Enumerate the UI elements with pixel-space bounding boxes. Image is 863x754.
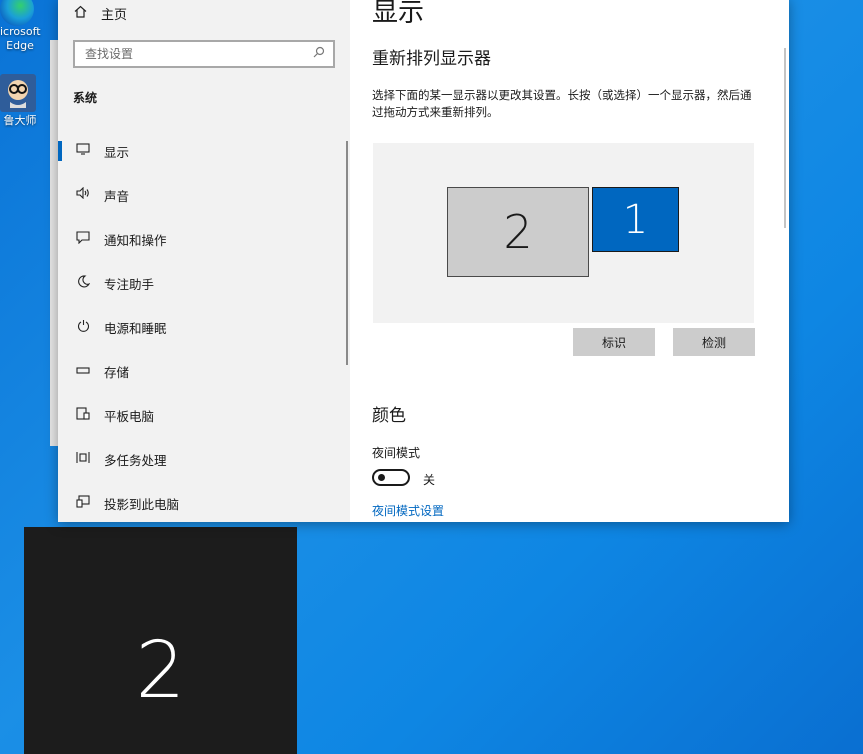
display-identify-number: 2 [135, 625, 186, 716]
sidebar-item-power[interactable]: 电源和睡眠 [58, 305, 350, 349]
sidebar-scrollbar[interactable] [346, 141, 348, 365]
toggle-knob [378, 474, 385, 481]
power-icon [74, 319, 92, 336]
sidebar-item-label: 专注助手 [104, 276, 155, 292]
home-icon [74, 5, 88, 22]
sidebar-item-project[interactable]: 投影到此电脑 [58, 481, 350, 522]
sidebar-item-label: 多任务处理 [104, 452, 167, 468]
sidebar-item-sound[interactable]: 声音 [58, 173, 350, 217]
desktop-icon-ludashi[interactable]: 鲁大师 [0, 74, 40, 128]
sidebar-item-notifications[interactable]: 通知和操作 [58, 217, 350, 261]
home-label: 主页 [101, 8, 128, 23]
desktop-icon-label: Edge [6, 39, 34, 52]
tablet-icon [74, 406, 92, 424]
page-title: 显示 [372, 0, 425, 28]
sidebar-item-label: 投影到此电脑 [104, 496, 180, 512]
sidebar-item-label: 存储 [104, 364, 130, 380]
color-heading: 颜色 [372, 406, 406, 426]
sidebar-item-label: 声音 [104, 188, 130, 204]
sidebar-item-multitasking[interactable]: 多任务处理 [58, 437, 350, 481]
content-scrollbar[interactable] [784, 48, 786, 228]
night-light-toggle[interactable] [372, 469, 410, 486]
settings-content: 显示 重新排列显示器 选择下面的某一显示器以更改其设置。长按（或选择）一个显示器… [350, 0, 789, 522]
desktop-icon-label: icrosoft [0, 25, 41, 38]
search-box[interactable] [73, 40, 335, 68]
identify-button[interactable]: 标识 [573, 328, 655, 356]
desktop-icon-edge[interactable]: icrosoft Edge [0, 0, 41, 53]
settings-sidebar: 主页 系统 显示 声音 [58, 0, 350, 522]
desktop-icon-label: 鲁大师 [3, 114, 37, 127]
section-title: 系统 [73, 91, 98, 105]
rearrange-description: 选择下面的某一显示器以更改其设置。长按（或选择）一个显示器，然后通过拖动方式来重… [372, 88, 752, 119]
sidebar-item-display[interactable]: 显示 [58, 129, 350, 173]
speaker-icon [74, 186, 92, 203]
search-input[interactable] [83, 46, 313, 62]
monitor-number: 1 [622, 196, 649, 243]
notification-icon [74, 230, 92, 248]
sidebar-item-label: 电源和睡眠 [104, 320, 167, 336]
sidebar-item-focus-assist[interactable]: 专注助手 [58, 261, 350, 305]
multitask-icon [74, 451, 92, 468]
ludashi-icon [0, 74, 36, 112]
sidebar-item-label: 显示 [104, 144, 130, 160]
sidebar-item-label: 通知和操作 [104, 232, 167, 248]
monitor-1-tile[interactable]: 1 [592, 187, 679, 252]
sidebar-item-tablet[interactable]: 平板电脑 [58, 393, 350, 437]
display-arrangement-area[interactable]: 2 1 [373, 143, 754, 323]
project-icon [74, 494, 92, 512]
detect-button[interactable]: 检测 [673, 328, 755, 356]
night-light-state: 关 [423, 473, 436, 487]
settings-window: 主页 系统 显示 声音 [58, 0, 789, 522]
monitor-icon [74, 143, 92, 159]
moon-icon [74, 274, 92, 292]
rearrange-heading: 重新排列显示器 [372, 49, 491, 69]
settings-nav: 显示 声音 通知和操作 专注助手 电源和睡眠 存储 平板电脑 多任务处理 投影到… [58, 129, 350, 522]
sidebar-item-label: 平板电脑 [104, 408, 155, 424]
storage-icon [74, 364, 92, 379]
home-link[interactable]: 主页 [74, 4, 127, 23]
edge-icon [0, 0, 34, 26]
display-identify-overlay: 2 [24, 527, 297, 754]
search-icon[interactable] [313, 46, 325, 62]
sidebar-item-storage[interactable]: 存储 [58, 349, 350, 393]
night-light-settings-link[interactable]: 夜间模式设置 [372, 502, 444, 519]
night-light-label: 夜间模式 [372, 446, 421, 460]
monitor-2-tile[interactable]: 2 [447, 187, 589, 277]
monitor-number: 2 [503, 205, 533, 259]
